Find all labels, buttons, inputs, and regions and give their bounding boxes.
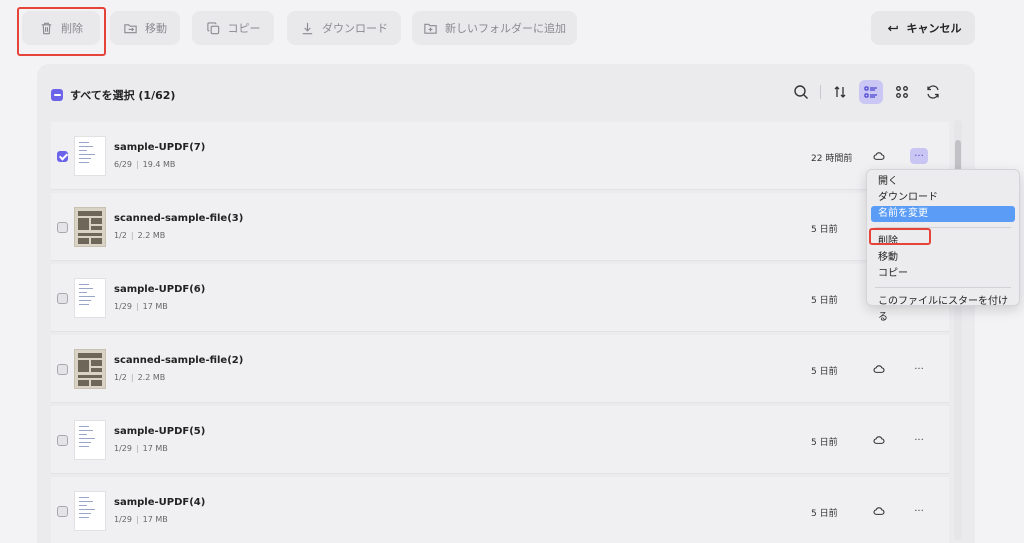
file-row[interactable]: sample-UPDF(7) 6/29 | 19.4 MB 22 時間前 ··· — [51, 122, 949, 190]
file-size: 2.2 MB — [137, 373, 166, 382]
file-pages: 1/2 — [114, 373, 127, 382]
copy-icon — [206, 21, 219, 34]
meta-separator: | — [135, 160, 139, 169]
file-modified-time: 5 日前 — [811, 367, 838, 377]
delete-menu-highlight — [869, 228, 931, 245]
meta-separator: | — [135, 515, 139, 524]
select-all-row[interactable]: すべてを選択 (1/62) — [51, 86, 175, 104]
download-button[interactable]: ダウンロード — [287, 11, 401, 45]
file-row[interactable]: sample-UPDF(4) 1/29 | 17 MB 5 日前 ··· — [51, 477, 949, 543]
cancel-button[interactable]: キャンセル — [871, 11, 975, 45]
cancel-button-label: キャンセル — [906, 22, 962, 35]
search-icon[interactable] — [789, 80, 813, 104]
file-pages: 1/29 — [114, 302, 132, 311]
meta-separator: | — [130, 373, 134, 382]
file-pages: 1/2 — [114, 231, 127, 240]
folder-plus-icon — [424, 23, 437, 34]
file-row[interactable]: sample-UPDF(5) 1/29 | 17 MB 5 日前 ··· — [51, 406, 949, 474]
move-button[interactable]: 移動 — [110, 11, 180, 45]
return-arrow-icon — [887, 25, 898, 31]
file-name: sample-UPDF(5) — [114, 426, 206, 437]
file-modified-time: 5 日前 — [811, 225, 838, 235]
grid-view-icon[interactable] — [890, 80, 914, 104]
menu-item-copy[interactable]: コピー — [871, 266, 1015, 282]
select-all-label: すべてを選択 (1/62) — [70, 89, 176, 102]
file-size: 2.2 MB — [137, 231, 166, 240]
file-name: sample-UPDF(4) — [114, 497, 206, 508]
file-pages: 1/29 — [114, 444, 132, 453]
file-meta: 1/29 | 17 MB — [114, 444, 168, 453]
cloud-icon[interactable] — [873, 505, 885, 517]
file-thumbnail — [74, 349, 106, 389]
file-size: 19.4 MB — [142, 160, 176, 169]
meta-separator: | — [135, 444, 139, 453]
file-name: scanned-sample-file(3) — [114, 213, 244, 224]
file-pages: 1/29 — [114, 515, 132, 524]
move-button-label: 移動 — [145, 22, 167, 35]
file-name: scanned-sample-file(2) — [114, 355, 244, 366]
meta-separator: | — [130, 231, 134, 240]
file-checkbox[interactable] — [57, 151, 68, 162]
file-checkbox[interactable] — [57, 435, 68, 446]
file-size: 17 MB — [142, 302, 168, 311]
file-meta: 1/2 | 2.2 MB — [114, 373, 165, 382]
menu-item-move[interactable]: 移動 — [871, 250, 1015, 266]
toolbar: 削除 移動 コピー ダウンロード 新しいフォルダーに追加 キャンセル — [0, 11, 1024, 47]
file-size: 17 MB — [142, 444, 168, 453]
download-button-label: ダウンロード — [322, 22, 388, 35]
file-thumbnail — [74, 136, 106, 176]
more-options-icon[interactable]: ··· — [910, 503, 928, 519]
menu-item-rename[interactable]: 名前を変更 — [871, 206, 1015, 222]
file-checkbox[interactable] — [57, 293, 68, 304]
file-thumbnail — [74, 420, 106, 460]
list-header-tools — [789, 80, 945, 104]
file-meta: 1/2 | 2.2 MB — [114, 231, 165, 240]
delete-button-highlight — [17, 7, 106, 56]
select-all-checkbox[interactable] — [51, 89, 63, 101]
copy-button[interactable]: コピー — [192, 11, 274, 45]
add-to-new-folder-label: 新しいフォルダーに追加 — [445, 22, 566, 35]
more-options-icon[interactable]: ··· — [910, 148, 928, 164]
refresh-icon[interactable] — [921, 80, 945, 104]
cloud-icon[interactable] — [873, 363, 885, 375]
more-options-icon[interactable]: ··· — [910, 361, 928, 377]
copy-button-label: コピー — [227, 22, 261, 35]
file-row[interactable]: sample-UPDF(6)1/29|17 MB5 日前··· — [51, 264, 949, 332]
menu-item-open[interactable]: 開く — [871, 174, 1015, 190]
file-row[interactable]: scanned-sample-file(2) 1/2 | 2.2 MB 5 日前 ··· — [51, 335, 949, 403]
meta-separator: | — [135, 302, 139, 311]
file-modified-time: 5 日前 — [811, 296, 838, 306]
list-view-icon[interactable] — [859, 80, 883, 104]
file-checkbox[interactable] — [57, 364, 68, 375]
download-icon — [302, 22, 313, 34]
file-modified-time: 5 日前 — [811, 438, 838, 448]
more-options-icon[interactable]: ··· — [910, 432, 928, 448]
file-meta: 1/29 | 17 MB — [114, 302, 168, 311]
file-checkbox[interactable] — [57, 506, 68, 517]
sort-icon[interactable] — [828, 80, 852, 104]
file-thumbnail — [74, 207, 106, 247]
file-meta: 6/29 | 19.4 MB — [114, 160, 175, 169]
menu-item-download[interactable]: ダウンロード — [871, 190, 1015, 206]
toolbar-divider — [820, 85, 821, 99]
menu-divider — [875, 287, 1011, 288]
file-thumbnail — [74, 278, 106, 318]
file-name: sample-UPDF(6) — [114, 284, 206, 295]
file-modified-time: 22 時間前 — [811, 154, 853, 164]
cloud-icon[interactable] — [873, 150, 885, 162]
file-list-panel: すべてを選択 (1/62) sample-UPDF(7) 6/29 | 19.4 MB… — [37, 64, 975, 543]
move-icon — [124, 23, 137, 33]
file-meta: 1/29 | 17 MB — [114, 515, 168, 524]
file-checkbox[interactable] — [57, 222, 68, 233]
file-thumbnail — [74, 491, 106, 531]
menu-item-star[interactable]: このファイルにスターを付ける — [871, 294, 1015, 323]
file-modified-time: 5 日前 — [811, 509, 838, 519]
file-row[interactable]: scanned-sample-file(3)1/2|2.2 MB5 日前··· — [51, 193, 949, 261]
cloud-icon[interactable] — [873, 434, 885, 446]
file-pages: 6/29 — [114, 160, 132, 169]
file-size: 17 MB — [142, 515, 168, 524]
file-name: sample-UPDF(7) — [114, 142, 206, 153]
add-to-new-folder-button[interactable]: 新しいフォルダーに追加 — [412, 11, 577, 45]
